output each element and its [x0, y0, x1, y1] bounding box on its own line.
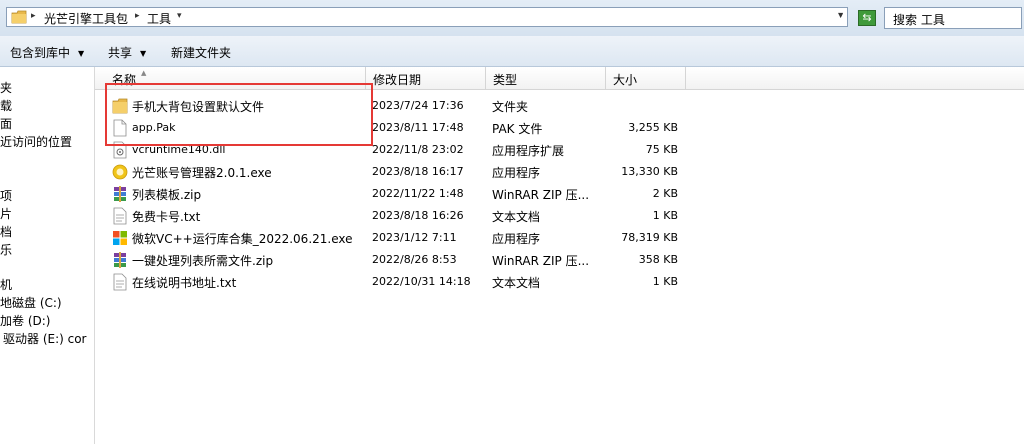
- winrar-icon: [114, 186, 126, 202]
- column-header-date[interactable]: 修改日期: [373, 71, 421, 88]
- file-list[interactable]: 名称 ▲ 修改日期 类型 大小 手机大背包设置默认文件 2023/7/24 17…: [95, 67, 1024, 444]
- file-size: 1 KB: [652, 275, 678, 288]
- chevron-down-icon: ▼: [78, 49, 85, 58]
- chevron-down-icon[interactable]: ▾: [838, 10, 843, 21]
- file-name: 微软VC++运行库合集_2022.06.21.exe: [132, 232, 353, 246]
- file-row[interactable]: vcruntime140.dll 2022/11/8 23:02 应用程序扩展 …: [95, 139, 1024, 161]
- breadcrumb-item-tools[interactable]: 工具: [147, 10, 171, 27]
- file-size: 13,330 KB: [621, 165, 678, 178]
- file-icon: [113, 119, 127, 137]
- column-header-name[interactable]: 名称: [112, 71, 136, 88]
- breadcrumb-separator-icon[interactable]: ▸: [135, 11, 140, 21]
- search-placeholder: 搜索 工具: [893, 13, 945, 27]
- column-divider[interactable]: [685, 67, 686, 89]
- file-type: 文本文档: [492, 276, 541, 290]
- file-name: 列表模板.zip: [132, 188, 202, 202]
- nav-item-drive-e[interactable]: 驱动器 (E:) cor: [3, 330, 87, 347]
- command-toolbar: 包含到库中 ▼ 共享 ▼ 新建文件夹: [0, 36, 1024, 67]
- nav-item-recent-places[interactable]: 近访问的位置: [0, 133, 72, 150]
- file-row[interactable]: app.Pak 2023/8/11 17:48 PAK 文件 3,255 KB: [95, 117, 1024, 139]
- file-type: WinRAR ZIP 压...: [492, 188, 590, 202]
- file-date: 2022/11/22 1:48: [372, 187, 464, 200]
- column-divider[interactable]: [485, 67, 486, 89]
- share-button[interactable]: 共享 ▼: [108, 44, 146, 61]
- file-size: 1 KB: [652, 209, 678, 222]
- file-name: 手机大背包设置默认文件: [132, 100, 265, 114]
- refresh-button[interactable]: ⇆: [858, 10, 876, 26]
- file-name: 光芒账号管理器2.0.1.exe: [132, 166, 272, 180]
- file-date: 2022/8/26 8:53: [372, 253, 457, 266]
- address-bar: ▸ 光芒引擎工具包 ▸ 工具 ▾ ▾ ▾ ⇆ 搜索 工具: [0, 0, 1024, 36]
- file-date: 2023/8/18 16:17: [372, 165, 464, 178]
- nav-item-drive-d[interactable]: 加卷 (D:): [0, 312, 50, 329]
- file-date: 2023/1/12 7:11: [372, 231, 457, 244]
- sort-ascending-icon: ▲: [141, 69, 147, 77]
- file-size: 3,255 KB: [628, 121, 678, 134]
- file-name: app.Pak: [132, 121, 176, 134]
- app-icon: [112, 164, 128, 180]
- file-size: 2 KB: [652, 187, 678, 200]
- chevron-down-icon: ▼: [140, 49, 147, 58]
- file-size: 78,319 KB: [621, 231, 678, 244]
- chevron-down-icon[interactable]: ▾: [177, 11, 182, 21]
- file-name: 一键处理列表所需文件.zip: [132, 254, 274, 268]
- winrar-icon: [114, 252, 126, 268]
- text-file-icon: [113, 273, 127, 291]
- file-row[interactable]: 微软VC++运行库合集_2022.06.21.exe 2023/1/12 7:1…: [95, 227, 1024, 249]
- nav-item-documents[interactable]: 档: [0, 223, 12, 240]
- breadcrumb-separator-icon[interactable]: ▸: [31, 11, 36, 21]
- file-row[interactable]: 手机大背包设置默认文件 2023/7/24 17:36 文件夹: [95, 95, 1024, 117]
- windows-logo-icon: [113, 231, 127, 245]
- file-row[interactable]: 列表模板.zip 2022/11/22 1:48 WinRAR ZIP 压...…: [95, 183, 1024, 205]
- nav-item-desktop[interactable]: 面: [0, 115, 12, 132]
- nav-item-libraries[interactable]: 项: [0, 187, 12, 204]
- include-in-library-button[interactable]: 包含到库中 ▼: [10, 44, 84, 61]
- refresh-icon: ⇆: [862, 11, 872, 24]
- file-date: 2023/8/18 16:26: [372, 209, 464, 222]
- file-row[interactable]: 在线说明书地址.txt 2022/10/31 14:18 文本文档 1 KB: [95, 271, 1024, 293]
- folder-icon: [112, 98, 128, 114]
- column-header-type[interactable]: 类型: [493, 71, 517, 88]
- file-name: 免费卡号.txt: [132, 210, 201, 224]
- breadcrumb[interactable]: ▸ 光芒引擎工具包 ▸ 工具 ▾ ▾: [6, 7, 848, 27]
- include-in-library-label: 包含到库中: [10, 46, 71, 60]
- file-type: 应用程序扩展: [492, 144, 565, 158]
- file-type: PAK 文件: [492, 122, 543, 136]
- navigation-pane[interactable]: 夹 载 面 近访问的位置 项 片 档 乐 机 地磁盘 (C:) 加卷 (D:) …: [0, 67, 95, 444]
- file-type: WinRAR ZIP 压...: [492, 254, 590, 268]
- nav-item-downloads[interactable]: 载: [0, 97, 12, 114]
- file-date: 2022/10/31 14:18: [372, 275, 471, 288]
- column-divider[interactable]: [605, 67, 606, 89]
- nav-item-music[interactable]: 乐: [0, 241, 12, 258]
- file-size: 358 KB: [638, 253, 678, 266]
- column-divider[interactable]: [365, 67, 366, 89]
- file-type: 应用程序: [492, 232, 541, 246]
- file-size: 75 KB: [645, 143, 678, 156]
- share-label: 共享: [108, 46, 133, 60]
- nav-item-favorites[interactable]: 夹: [0, 79, 12, 96]
- file-type: 应用程序: [492, 166, 541, 180]
- file-type: 文件夹: [492, 100, 529, 114]
- file-name: vcruntime140.dll: [132, 143, 226, 156]
- new-folder-button[interactable]: 新建文件夹: [171, 44, 231, 61]
- file-row[interactable]: 免费卡号.txt 2023/8/18 16:26 文本文档 1 KB: [95, 205, 1024, 227]
- column-header-size[interactable]: 大小: [613, 71, 637, 88]
- file-name: 在线说明书地址.txt: [132, 276, 237, 290]
- nav-item-drive-c[interactable]: 地磁盘 (C:): [0, 294, 62, 311]
- nav-item-computer[interactable]: 机: [0, 276, 12, 293]
- text-file-icon: [113, 207, 127, 225]
- file-date: 2023/7/24 17:36: [372, 99, 464, 112]
- file-date: 2022/11/8 23:02: [372, 143, 464, 156]
- column-header-row: 名称 ▲ 修改日期 类型 大小: [95, 67, 1024, 90]
- search-input[interactable]: 搜索 工具: [884, 7, 1022, 29]
- nav-item-pictures[interactable]: 片: [0, 205, 12, 222]
- file-row[interactable]: 光芒账号管理器2.0.1.exe 2023/8/18 16:17 应用程序 13…: [95, 161, 1024, 183]
- file-row[interactable]: 一键处理列表所需文件.zip 2022/8/26 8:53 WinRAR ZIP…: [95, 249, 1024, 271]
- dll-icon: [113, 141, 127, 159]
- file-date: 2023/8/11 17:48: [372, 121, 464, 134]
- folder-icon: [11, 10, 27, 24]
- file-type: 文本文档: [492, 210, 541, 224]
- breadcrumb-item-toolkit[interactable]: 光芒引擎工具包: [44, 10, 128, 27]
